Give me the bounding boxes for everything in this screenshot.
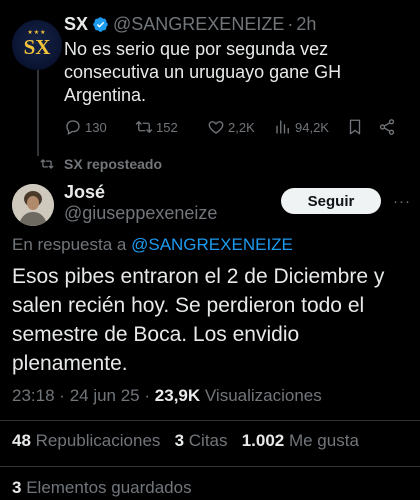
repost-button[interactable]: 152 (135, 118, 178, 136)
avatar-photo (12, 184, 54, 226)
repost-count: 152 (156, 119, 178, 135)
views-count: 94,2K (295, 119, 329, 135)
avatar-jose[interactable] (12, 184, 54, 226)
meta-dot: · (144, 386, 151, 405)
divider (0, 420, 420, 421)
reply-icon (66, 120, 80, 135)
views-icon (276, 120, 289, 134)
quotes-stat[interactable]: 3 Citas (175, 431, 228, 450)
likes-total: 1.002 (241, 431, 285, 450)
follow-button[interactable]: Seguir (281, 188, 381, 214)
tweet2-text: Esos pibes entraron el 2 de Diciembre y … (12, 265, 385, 375)
share-icon (379, 119, 395, 135)
reply-count: 130 (85, 119, 107, 135)
tweet1-time[interactable]: 2h (296, 14, 316, 35)
tweet1-action-bar: 130 152 2,2K 94,2K (64, 118, 410, 138)
quotes-total: 3 (174, 431, 185, 450)
views-label: Visualizaciones (204, 386, 322, 405)
reply-mention-link[interactable]: @SANGREXENEIZE (131, 235, 293, 254)
repost-label: SX reposteado (64, 156, 163, 172)
tweet2-time[interactable]: 23:18 (12, 386, 55, 405)
reply-button[interactable]: 130 (64, 118, 107, 136)
divider (0, 466, 420, 467)
bookmark-button[interactable] (346, 118, 367, 136)
reply-prefix: En respuesta a (12, 235, 127, 254)
reply-context: En respuesta a @SANGREXENEIZE (12, 235, 293, 255)
likes-stat-label: Me gusta (288, 431, 359, 450)
tweet1-separator: · (287, 14, 294, 34)
saved-label: Elementos guardados (26, 478, 192, 497)
share-button[interactable] (378, 118, 399, 136)
tweet1-header: SX @SANGREXENEIZE · 2h (64, 14, 316, 35)
tweet2-date[interactable]: 24 jun 25 (70, 386, 140, 405)
tweet2-author-name[interactable]: José (64, 182, 105, 203)
reposts-total: 48 (12, 431, 31, 450)
tweet1-handle[interactable]: @SANGREXENEIZE (113, 14, 284, 35)
verified-badge-icon (93, 17, 108, 32)
reposts-stat-label: Republicaciones (35, 431, 161, 450)
views-total: 23,9K (154, 386, 201, 405)
likes-stat[interactable]: 1.002 Me gusta (242, 431, 359, 450)
avatar-sx[interactable]: ★★★ SX (12, 20, 62, 70)
bookmarks-stat[interactable]: 3 Elementos guardados (12, 478, 192, 498)
tweet2-stats: 48 Republicaciones 3 Citas 1.002 Me gust… (12, 431, 359, 451)
views-button[interactable]: 94,2K (274, 118, 329, 136)
repost-icon (135, 121, 153, 133)
avatar-monogram: SX (23, 35, 51, 59)
quotes-stat-label: Citas (188, 431, 228, 450)
like-button[interactable]: 2,2K (207, 118, 255, 136)
like-count: 2,2K (228, 119, 255, 135)
meta-dot: · (59, 386, 65, 405)
saved-total: 3 (12, 478, 22, 497)
tweet2-handle[interactable]: @giuseppexeneize (64, 203, 217, 224)
thread-connector-line (37, 64, 39, 156)
more-icon[interactable]: ··· (393, 193, 411, 210)
tweet1-author-name[interactable]: SX (64, 14, 88, 35)
bookmark-icon (349, 119, 361, 135)
tweet2-meta: 23:18 · 24 jun 25 · 23,9K Visualizacione… (12, 386, 322, 406)
repost-small-icon (40, 159, 54, 169)
reposts-stat[interactable]: 48 Republicaciones (12, 431, 160, 450)
tweet1-text: No es serio que por segunda vez consecut… (64, 39, 342, 105)
like-icon (208, 121, 224, 134)
repost-indicator[interactable]: SX reposteado (40, 156, 162, 172)
